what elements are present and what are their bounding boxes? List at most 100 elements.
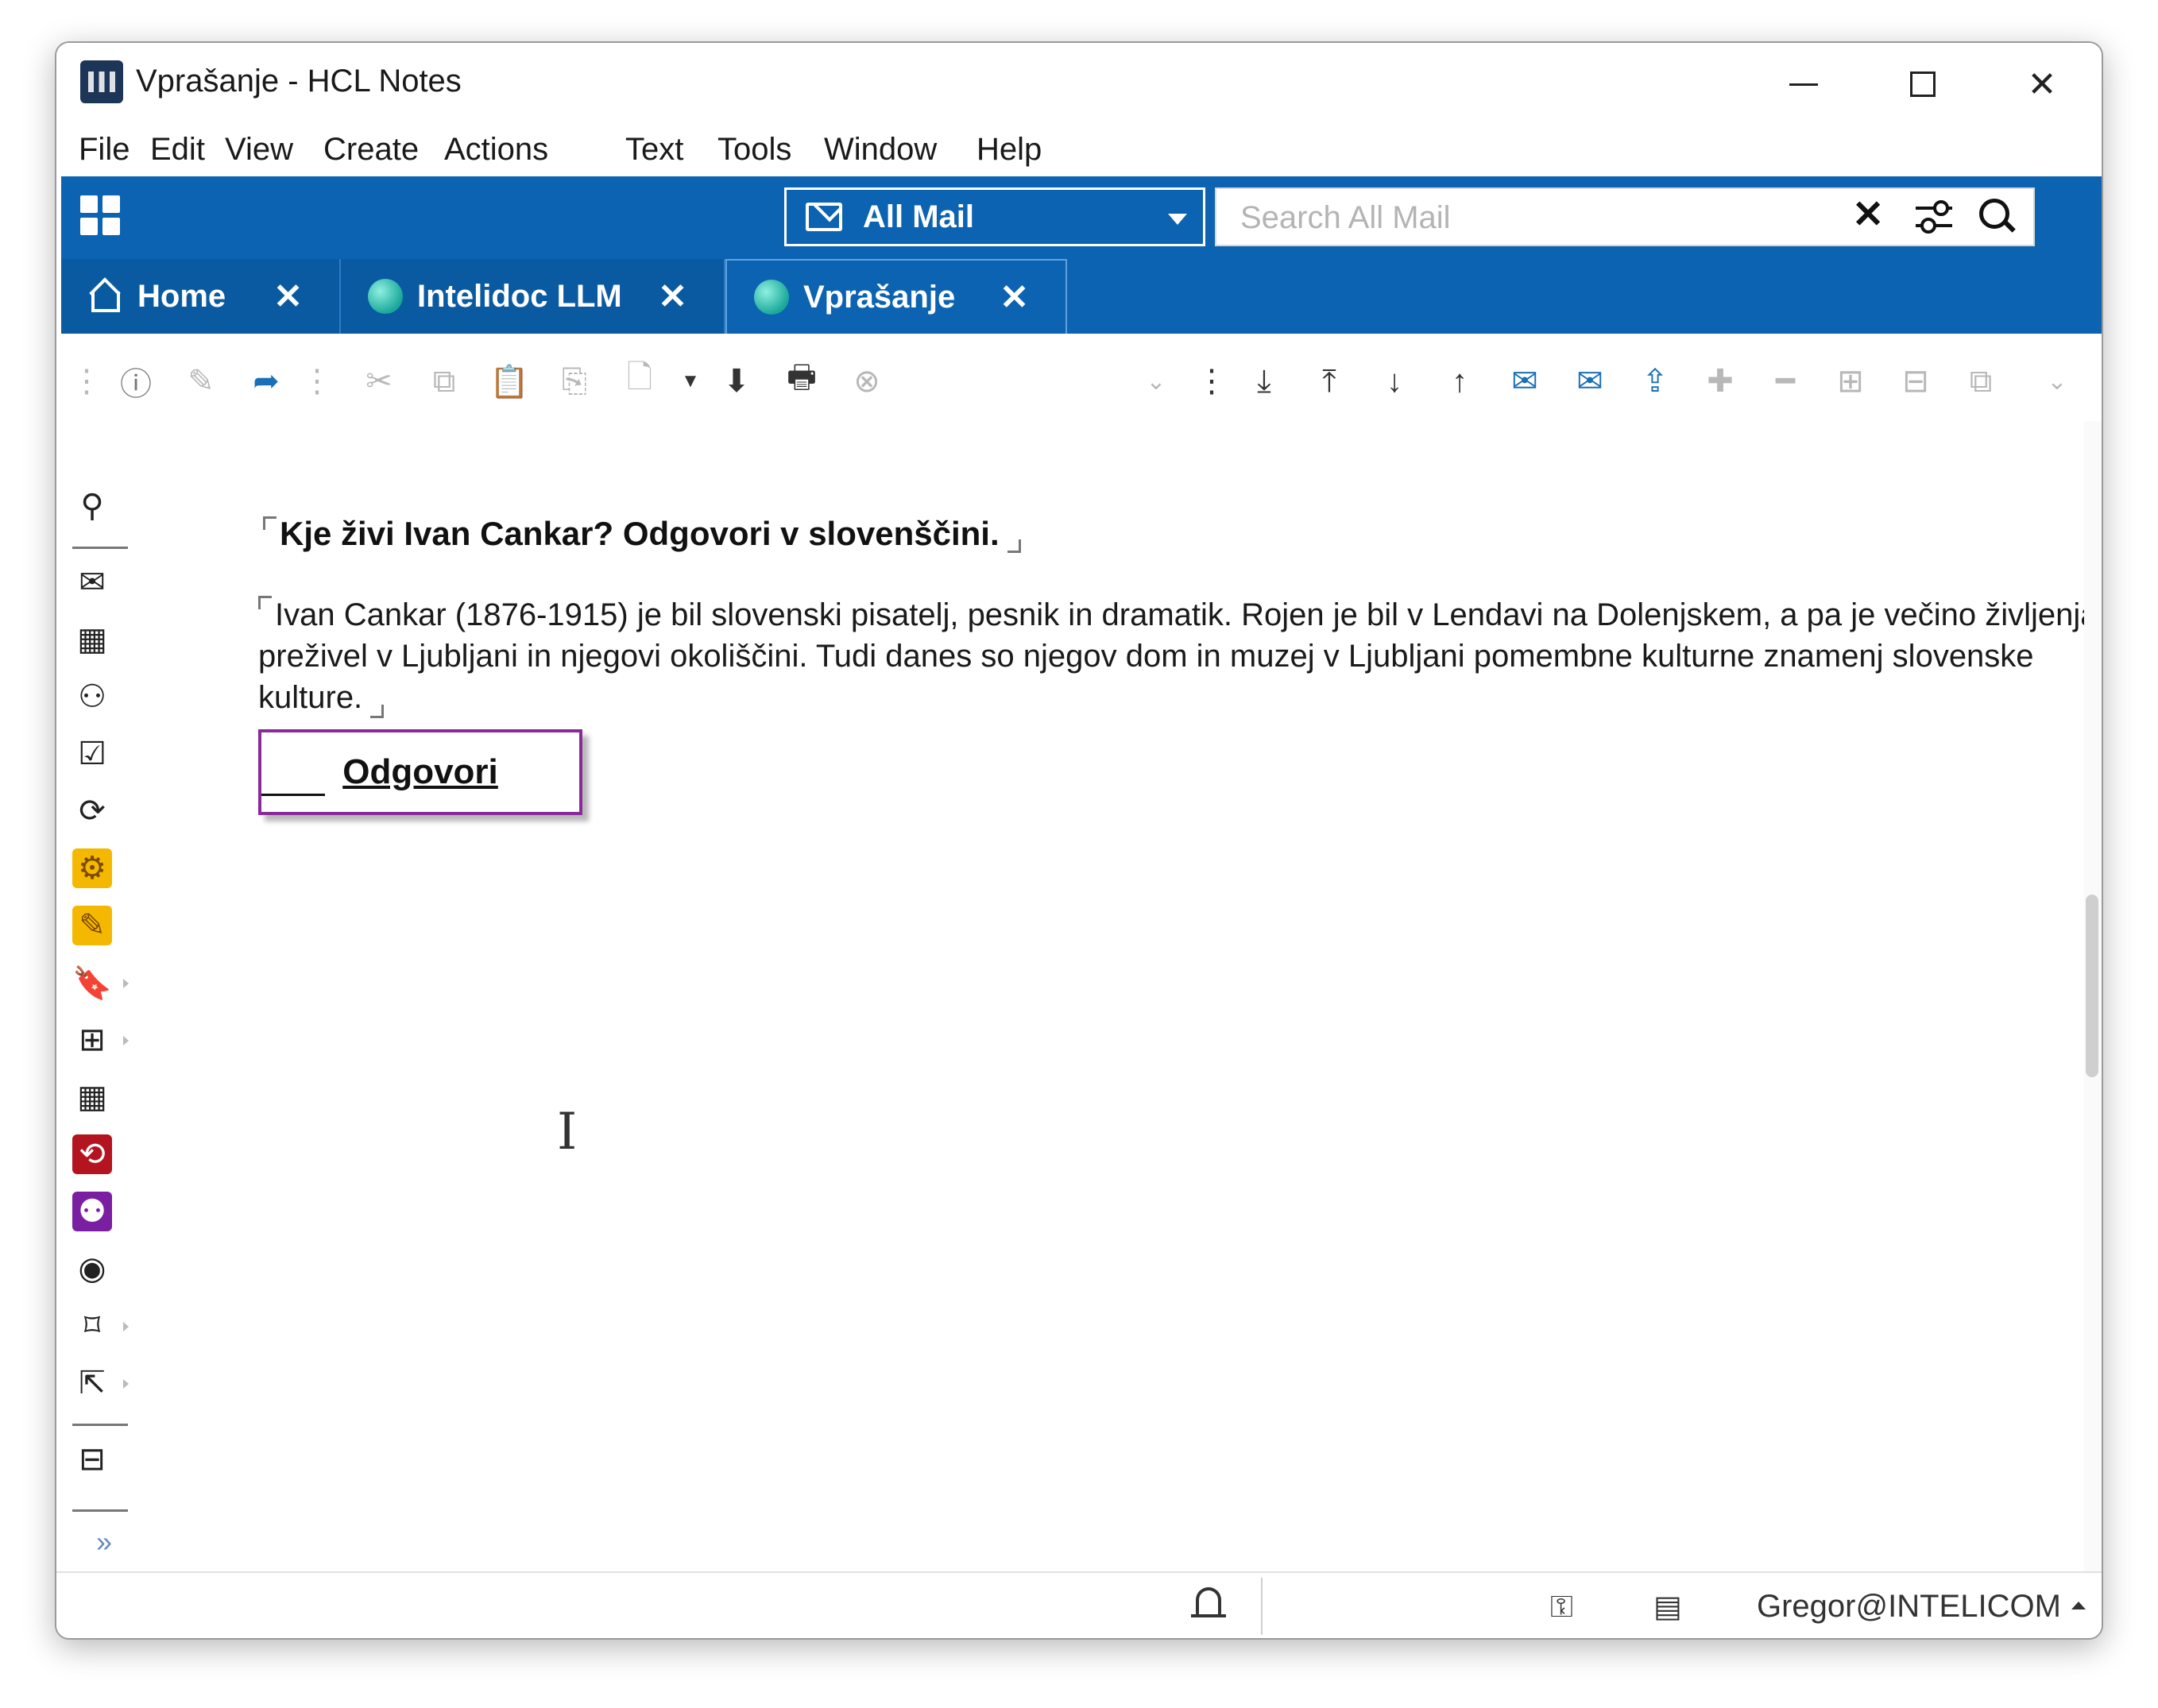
database-app-icon[interactable]: ◉: [72, 1249, 112, 1289]
contacts-icon[interactable]: ⚇: [72, 677, 112, 717]
key-icon[interactable]: ⚿: [1550, 1590, 1573, 1625]
print-icon[interactable]: 🖶: [784, 360, 819, 399]
copy-into-icon[interactable]: ⧉: [1963, 364, 1998, 399]
expand-all-icon[interactable]: ⊞: [1833, 364, 1868, 399]
question-field[interactable]: Kje živi Ivan Cankar? Odgovori v slovenš…: [263, 515, 1021, 553]
menu-actions[interactable]: Actions: [444, 132, 548, 168]
menu-view[interactable]: View: [225, 132, 293, 168]
expand-icon[interactable]: ✚: [1703, 364, 1738, 399]
menu-window[interactable]: Window: [824, 132, 937, 168]
tab-intelidoc-llm[interactable]: Intelidoc LLM ✕: [341, 259, 725, 334]
people-app-icon[interactable]: ⚉: [72, 1192, 112, 1231]
previous-unread-icon[interactable]: ✉: [1572, 364, 1607, 399]
tab-intelidoc-close-icon[interactable]: ✕: [658, 276, 687, 317]
mail-icon[interactable]: ✉: [72, 562, 112, 602]
action-toolbar: ⋮ ⓘ ✎ ➦ ⋮ ✂ ⧉ 📋 ⎘ 🗋 ▼ ⬇ 🖶 ⊗ ⌄ ⋮ ⤓ ⤒ ↓ ↑ …: [61, 334, 2102, 421]
text-cursor-icon: I: [557, 1103, 578, 1161]
document-body: Kje živi Ivan Cankar? Odgovori v slovenš…: [152, 421, 2102, 1616]
scrollbar-thumb[interactable]: [2086, 895, 2098, 1077]
clear-search-icon[interactable]: ✕: [1852, 192, 1884, 237]
globe-icon: [368, 279, 403, 314]
expand-sidebar-icon[interactable]: »: [96, 1525, 112, 1559]
paste-icon[interactable]: 📋: [489, 364, 529, 400]
apps-grid-icon[interactable]: [80, 195, 120, 235]
download-icon[interactable]: ⤓: [1247, 364, 1282, 399]
tab-vprasanje-close-icon[interactable]: ✕: [1000, 277, 1029, 318]
close-window-button[interactable]: ✕: [1982, 43, 2102, 126]
search-icon[interactable]: [1979, 199, 2014, 234]
bookmark-outline-icon[interactable]: ⌑: [72, 1306, 112, 1346]
search-scope-dropdown[interactable]: All Mail: [784, 187, 1205, 246]
title-bar: Vprašanje - HCL Notes ✕: [56, 43, 2102, 126]
copy-link-icon[interactable]: ⎘: [557, 364, 592, 399]
menu-file[interactable]: File: [79, 132, 130, 168]
forward-icon[interactable]: ➦: [249, 364, 284, 399]
search-icon[interactable]: ⚲: [72, 486, 112, 526]
notifications-bell-icon[interactable]: [1185, 1581, 1232, 1629]
search-bar: All Mail ✕: [61, 176, 2102, 256]
new-document-icon[interactable]: 🗋: [622, 360, 657, 399]
document-info-icon[interactable]: ⓘ: [118, 364, 153, 402]
workspace-icon[interactable]: ⊟: [72, 1439, 112, 1479]
replication-icon[interactable]: ⟳: [72, 791, 112, 831]
toolbar-overflow-icon[interactable]: ⌄: [1139, 364, 1174, 399]
menu-help[interactable]: Help: [977, 132, 1042, 168]
todo-icon[interactable]: ☑: [72, 734, 112, 774]
add-application-icon[interactable]: ⊞: [72, 1020, 112, 1060]
tab-vprasanje[interactable]: Vprašanje ✕: [725, 259, 1067, 334]
left-sidebar: ⚲ ✉ ▦ ⚇ ☑ ⟳ ⚙ ✎ 🔖 ⊞ ▦ ⟲ ⚉ ◉ ⌑ ⇱ ⊟: [61, 421, 137, 1616]
minimize-button[interactable]: [1744, 43, 1863, 126]
maximize-button[interactable]: [1863, 43, 1982, 126]
answer-field[interactable]: Ivan Cankar (1876-1915) je bil slovenski…: [258, 594, 2102, 718]
next-unread-icon[interactable]: ✉: [1507, 364, 1542, 399]
copy-icon[interactable]: ⧉: [427, 364, 462, 399]
submenu-arrow-icon: [123, 1036, 129, 1045]
next-document-icon[interactable]: ↓: [1377, 364, 1412, 399]
settings-app-icon[interactable]: ⚙: [72, 848, 112, 888]
caret-down-icon: [1168, 214, 1187, 225]
collapse-icon[interactable]: ━: [1768, 364, 1803, 399]
toolbar-overflow-icon[interactable]: ⌄: [2040, 364, 2075, 399]
applications-icon[interactable]: ▦: [72, 1077, 112, 1117]
home-icon: [88, 279, 123, 314]
bookmark-icon[interactable]: 🔖: [72, 963, 112, 1003]
stop-icon[interactable]: ⊗: [849, 364, 884, 399]
search-scope-label: All Mail: [863, 199, 975, 234]
download-icon[interactable]: ⬇: [719, 364, 754, 399]
field-start-marker: [263, 516, 277, 530]
calendar-icon[interactable]: ▦: [72, 620, 112, 659]
previous-document-icon[interactable]: ↑: [1442, 364, 1477, 399]
menu-text[interactable]: Text: [625, 132, 683, 168]
search-input[interactable]: [1216, 189, 1862, 246]
open-external-icon[interactable]: ⇱: [72, 1363, 112, 1403]
menu-tools[interactable]: Tools: [717, 132, 791, 168]
current-user-label[interactable]: Gregor@INTELICOM: [1757, 1589, 2061, 1625]
go-to-parent-icon[interactable]: ⇪: [1638, 364, 1673, 399]
reply-button[interactable]: Odgovori: [258, 729, 582, 815]
tab-home-close-icon[interactable]: ✕: [273, 276, 303, 317]
cut-icon[interactable]: ✂: [362, 364, 396, 399]
menu-create[interactable]: Create: [323, 132, 419, 168]
tab-home-label: Home: [137, 278, 226, 314]
caret-up-icon[interactable]: [2071, 1602, 2086, 1609]
edit-document-icon[interactable]: ✎: [184, 364, 219, 399]
submenu-arrow-icon: [123, 1379, 129, 1389]
vertical-scrollbar[interactable]: [2084, 421, 2102, 1616]
collapse-all-icon[interactable]: ⊟: [1898, 364, 1933, 399]
workflow-app-icon[interactable]: ⟲: [72, 1134, 112, 1174]
sidebar-divider: [72, 547, 128, 549]
new-document-dropdown-icon[interactable]: ▼: [673, 364, 708, 399]
tab-home[interactable]: Home ✕: [61, 259, 341, 334]
search-box: ✕: [1215, 187, 2035, 246]
answer-text: Ivan Cankar (1876-1915) je bil slovenski…: [258, 597, 2098, 715]
database-info-icon[interactable]: ▤: [1653, 1589, 1682, 1625]
submenu-arrow-icon: [123, 1322, 129, 1331]
move-to-top-icon[interactable]: ⤒: [1312, 364, 1347, 399]
toolbar-grip-icon: ⋮: [301, 364, 333, 399]
tab-intelidoc-label: Intelidoc LLM: [417, 278, 622, 314]
app-window: Vprašanje - HCL Notes ✕ File Edit View C…: [55, 41, 2103, 1640]
sidebar-divider: [72, 1509, 128, 1512]
filter-icon[interactable]: [1916, 200, 1952, 235]
pencil-app-icon[interactable]: ✎: [72, 906, 112, 945]
menu-edit[interactable]: Edit: [150, 132, 205, 168]
